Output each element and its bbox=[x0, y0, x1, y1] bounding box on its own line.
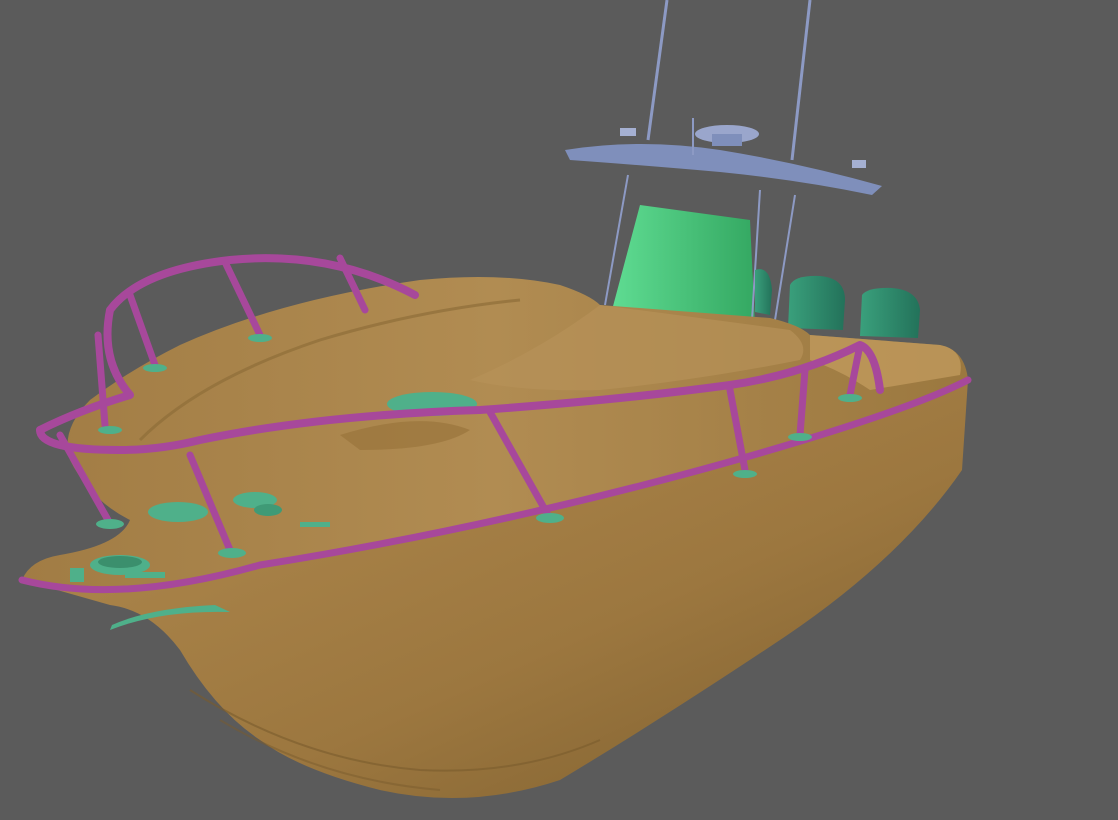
3d-viewport[interactable] bbox=[0, 0, 1118, 820]
t-top bbox=[565, 118, 882, 195]
boat-model-render bbox=[18, 0, 972, 798]
